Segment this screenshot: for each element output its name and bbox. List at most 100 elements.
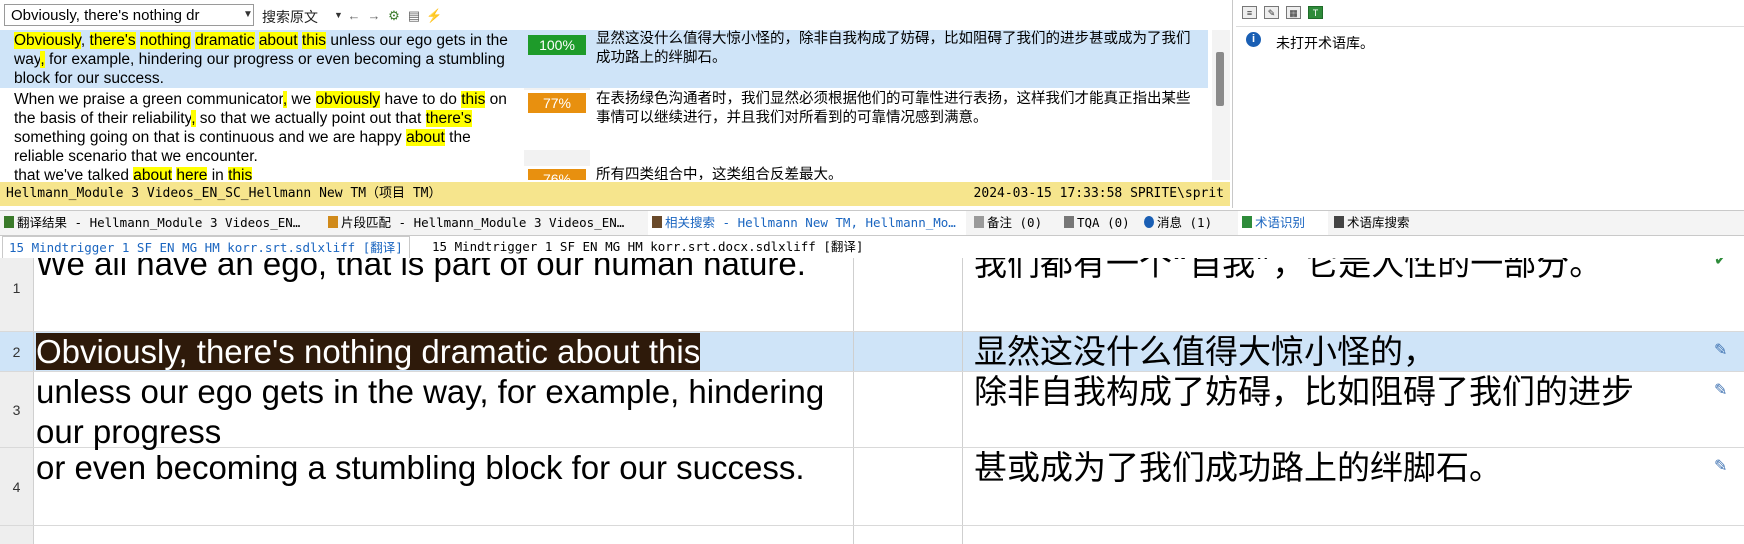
highlighted-match-text: this	[301, 32, 327, 49]
result-target: 显然这没什么值得大惊小怪的，除非自我构成了妨碍，比如阻碍了我们的进步甚或成为了我…	[596, 31, 1191, 66]
forward-arrow-icon[interactable]: →	[366, 9, 382, 23]
info-icon: i	[1246, 32, 1261, 47]
result-text: that we've talked	[14, 167, 134, 180]
tab-label: 术语识别	[1255, 215, 1306, 230]
segment-source: Obviously, there's nothing dramatic abou…	[36, 332, 852, 371]
segment-number: 1	[0, 258, 34, 331]
tab-label: 备注 (0)	[987, 215, 1043, 230]
concordance-result-row[interactable]: that we've talked about here in this 76%…	[0, 166, 1208, 180]
highlighted-match-text: this	[228, 167, 253, 180]
back-arrow-icon[interactable]: ←	[346, 9, 362, 23]
tab-concordance-search[interactable]: 相关搜索 - Hellmann New TM, Hellmann_Mo…	[648, 211, 966, 235]
segment-target[interactable]: 除非自我构成了妨碍，比如阻碍了我们的进步	[966, 372, 1744, 447]
tm-entry-info: 2024-03-15 17:33:58 SPRITE\sprit	[973, 186, 1224, 201]
document-tabs: 15 Mindtrigger 1 SF EN MG HM korr.srt.sd…	[0, 236, 1744, 259]
segment-row[interactable]: 4 or even becoming a stumbling block for…	[0, 448, 1744, 526]
segment-row[interactable]: 1 We all have an ego, that is part of ou…	[0, 258, 1744, 332]
concordance-pane: ▼ 搜索原文 ▼ ← → ⚙ ▤ ⚡ Obviously, there's no…	[0, 0, 1233, 208]
segment-number	[0, 526, 34, 544]
termbase-toolbar: ≡ ✎ ▦ T	[1236, 0, 1744, 27]
segment-row[interactable]: 3 unless our ego gets in the way, for ex…	[0, 372, 1744, 450]
concordance-result-row[interactable]: When we praise a green communicator, we …	[0, 90, 1208, 165]
segment-row[interactable]	[0, 526, 1744, 544]
segment-row-active[interactable]: 2 Obviously, there's nothing dramatic ab…	[0, 332, 1744, 372]
result-text: we	[287, 91, 316, 108]
tab-label: 相关搜索 - Hellmann New TM, Hellmann_Mo…	[665, 215, 956, 230]
chevron-down-icon[interactable]: ▼	[334, 10, 343, 20]
term-list-icon[interactable]: ≡	[1242, 6, 1257, 19]
document-tab[interactable]: 15 Mindtrigger 1 SF EN MG HM korr.srt.do…	[426, 236, 869, 258]
segment-target[interactable]: 甚或成为了我们成功路上的绊脚石。	[966, 448, 1744, 525]
result-text: for example, hindering our progress or e…	[14, 51, 505, 87]
tab-comments[interactable]: 备注 (0)	[970, 211, 1060, 235]
segment-target[interactable]: 我们都有一个“自我”，它是人性的一部分。	[966, 258, 1744, 331]
result-text: have to do	[380, 91, 462, 108]
segment-source: We all have an ego, that is part of our …	[36, 258, 806, 282]
tab-fragment-matches[interactable]: 片段匹配 - Hellmann_Module 3 Videos_EN…	[324, 211, 646, 235]
scrollbar-thumb[interactable]	[1216, 52, 1224, 106]
tab-label: 术语库搜索	[1347, 215, 1410, 230]
tab-term-recognition[interactable]: 术语识别	[1238, 211, 1328, 235]
termbase-pane: ≡ ✎ ▦ T i 未打开术语库。	[1236, 0, 1744, 208]
concordance-search-box[interactable]: ▼	[4, 4, 254, 26]
termbase-settings-icon[interactable]: T	[1308, 6, 1323, 19]
search-mode-select[interactable]: 搜索原文	[262, 7, 318, 27]
tab-messages[interactable]: 消息 (1)	[1140, 211, 1238, 235]
result-source: that we've talked about here in this	[14, 166, 516, 180]
result-text: When we praise a green communicator	[14, 91, 283, 108]
highlighted-match-text: Obviously	[14, 32, 81, 49]
tab-label: TQA (0)	[1077, 215, 1130, 230]
tm-name: Hellmann_Module 3 Videos_EN_SC_Hellmann …	[6, 186, 442, 201]
concordance-toolbar: ▼ 搜索原文 ▼ ← → ⚙ ▤ ⚡	[4, 4, 1232, 28]
segment-status-column: ✔	[853, 258, 1727, 331]
termbase-search-icon	[1334, 216, 1344, 228]
tab-translation-results[interactable]: 翻译结果 - Hellmann_Module 3 Videos_EN…	[0, 211, 320, 235]
segment-number: 2	[0, 332, 34, 371]
fragment-matches-icon	[328, 216, 338, 228]
result-text: something going on that is continuous an…	[14, 129, 407, 146]
tab-label: 片段匹配 - Hellmann_Module 3 Videos_EN…	[341, 215, 625, 230]
concordance-search-input[interactable]	[5, 5, 233, 25]
highlighted-match-text: about	[133, 167, 173, 180]
tab-termbase-search[interactable]: 术语库搜索	[1330, 211, 1438, 235]
document-tab-active[interactable]: 15 Mindtrigger 1 SF EN MG HM korr.srt.sd…	[2, 236, 410, 259]
highlighted-match-text: here	[176, 167, 208, 180]
segment-number: 3	[0, 372, 34, 447]
highlighted-match-text: this	[461, 91, 486, 108]
highlighted-match-text: obviously	[315, 91, 381, 108]
segment-status-column: ✎	[853, 448, 1727, 525]
concordance-results: Obviously, there's nothing dramatic abou…	[0, 30, 1208, 180]
result-source: Obviously, there's nothing dramatic abou…	[14, 31, 516, 88]
info-icon	[1144, 216, 1154, 228]
editor-grid: 1 We all have an ego, that is part of ou…	[0, 258, 1744, 544]
selected-source-text[interactable]: Obviously, there's nothing dramatic abou…	[36, 333, 701, 370]
result-target: 在表扬绿色沟通者时，我们显然必须根据他们的可靠性进行表扬，这样我们才能真正指出某…	[596, 91, 1191, 126]
result-target: 所有四类组合中，这类组合反差最大。	[596, 167, 843, 180]
highlighted-match-text: there's	[89, 32, 136, 49]
term-edit-icon[interactable]: ✎	[1264, 6, 1279, 19]
term-view-icon[interactable]: ▦	[1286, 6, 1301, 19]
match-score-badge: 76%	[528, 169, 586, 180]
match-score-badge: 100%	[528, 35, 586, 55]
match-score-badge: 77%	[528, 93, 586, 113]
concordance-result-row[interactable]: Obviously, there's nothing dramatic abou…	[0, 30, 1208, 88]
tab-label: 翻译结果 - Hellmann_Module 3 Videos_EN…	[17, 215, 301, 230]
concordance-status-bar: Hellmann_Module 3 Videos_EN_SC_Hellmann …	[0, 182, 1230, 206]
segment-source: or even becoming a stumbling block for o…	[36, 449, 805, 486]
tqa-icon	[1064, 216, 1074, 228]
result-source: When we praise a green communicator, we …	[14, 90, 516, 166]
result-text: so that we actually point out that	[195, 110, 426, 127]
segment-number: 4	[0, 448, 34, 525]
segment-status-column: ✎	[853, 332, 1727, 371]
panel-tab-strip: 翻译结果 - Hellmann_Module 3 Videos_EN… 片段匹配…	[0, 210, 1744, 236]
highlighted-match-text: there's	[425, 110, 472, 127]
termbase-message: 未打开术语库。	[1276, 35, 1374, 51]
highlighted-match-text: about	[258, 32, 298, 49]
search-settings-icon[interactable]: ⚙	[386, 9, 402, 23]
tab-tqa[interactable]: TQA (0)	[1060, 211, 1140, 235]
list-view-icon[interactable]: ▤	[406, 9, 422, 23]
highlighted-match-text: dramatic	[195, 32, 255, 49]
lightning-icon[interactable]: ⚡	[426, 9, 442, 23]
search-history-dropdown-icon[interactable]: ▼	[241, 5, 255, 25]
segment-target[interactable]: 显然这没什么值得大惊小怪的，	[966, 332, 1744, 371]
